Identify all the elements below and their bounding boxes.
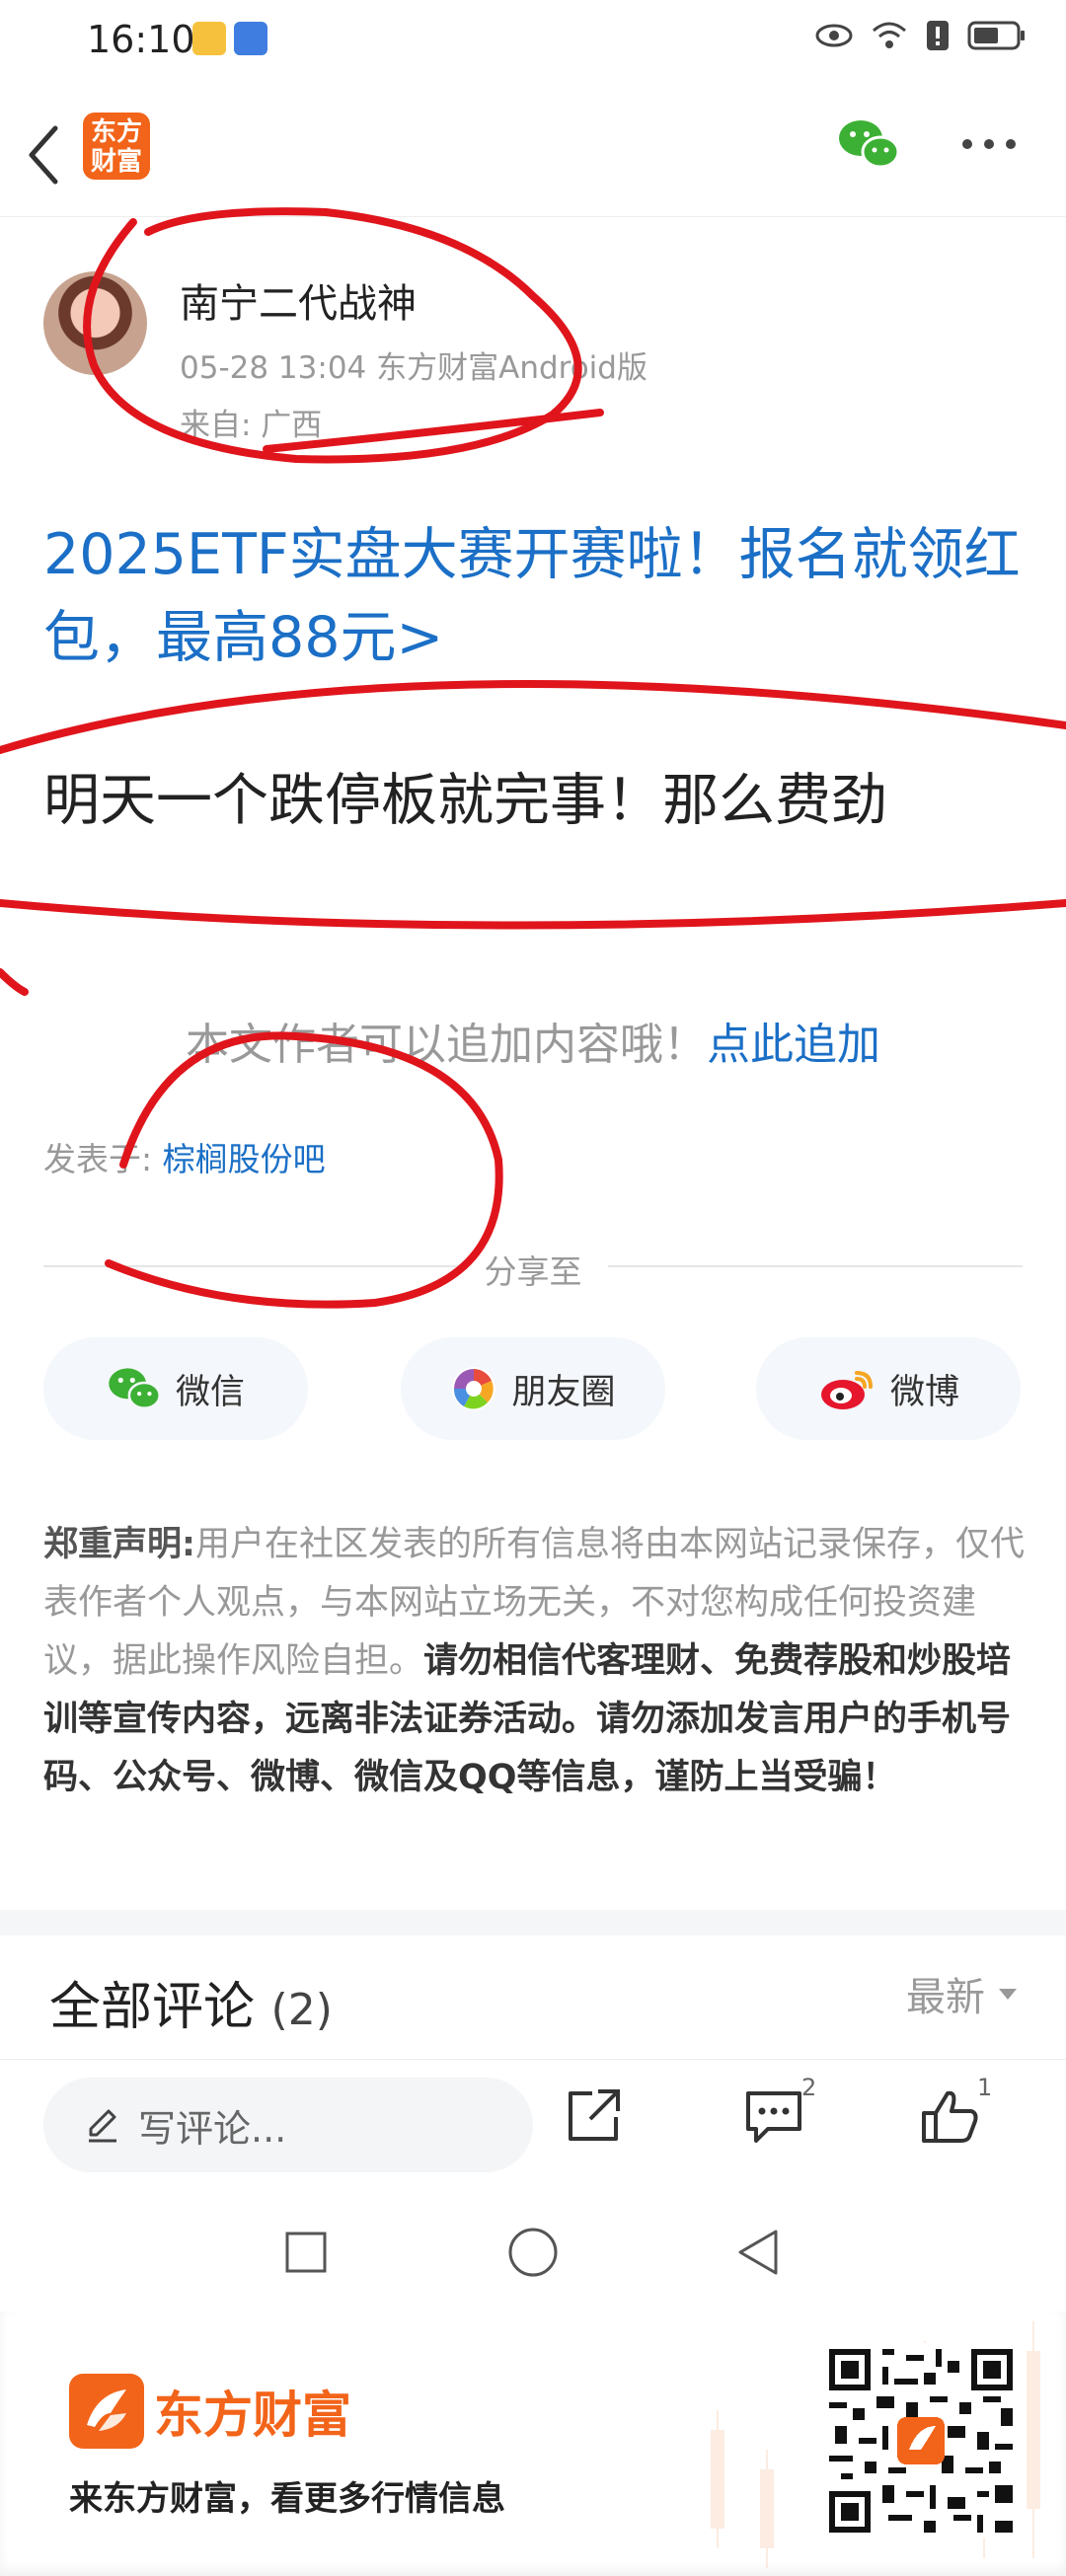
- wechat-share-icon[interactable]: [837, 116, 900, 172]
- alert-icon: [926, 20, 950, 55]
- stock-app-notification-icon: [234, 22, 267, 55]
- share-out-button[interactable]: [563, 2085, 624, 2151]
- comment-badge: 2: [801, 2074, 817, 2101]
- author-name[interactable]: 南宁二代战神: [180, 271, 417, 329]
- qr-code: [823, 2343, 1019, 2538]
- post-location: 来自: 广西: [180, 408, 323, 443]
- avatar[interactable]: [43, 271, 147, 375]
- promo-footer: 东方财富 来东方财富，看更多行情信息: [0, 2311, 1066, 2576]
- like-badge: 1: [977, 2074, 993, 2101]
- brand-logo-icon: [69, 2374, 144, 2449]
- bottom-action-bar: 写评论... 2 1: [0, 2059, 1066, 2193]
- like-button[interactable]: 1: [918, 2074, 992, 2151]
- posted-in: 发表于: 棕榈股份吧: [43, 1133, 326, 1180]
- status-time: 16:10: [87, 18, 195, 61]
- share-divider: 分享至: [43, 1246, 1023, 1291]
- eye-icon: [815, 24, 853, 51]
- wechat-icon: [109, 1368, 161, 1409]
- more-options-icon[interactable]: [959, 134, 1019, 154]
- comments-title-text: 全部评论: [49, 1978, 256, 2037]
- append-link[interactable]: 点此追加: [707, 1020, 880, 1070]
- comments-title: 全部评论 (2): [49, 1965, 333, 2039]
- dropdown-triangle-icon: [999, 1988, 1017, 2000]
- back-arrow-icon[interactable]: [24, 120, 63, 189]
- post-body: 明天一个跌停板就完事！那么费劲: [43, 768, 887, 833]
- moments-icon: [452, 1367, 496, 1410]
- weibo-notification-icon: [192, 22, 226, 55]
- section-divider: [0, 1910, 1066, 1935]
- comments-header: 全部评论 (2) 最新: [0, 1935, 1066, 2054]
- share-moments-label: 朋友圈: [511, 1372, 616, 1412]
- share-moments-button[interactable]: 朋友圈: [401, 1337, 665, 1440]
- weibo-icon: [820, 1371, 873, 1409]
- footer-tagline: 来东方财富，看更多行情信息: [69, 2479, 505, 2519]
- comment-bubble-icon: [746, 2091, 801, 2143]
- back-nav-icon[interactable]: [734, 2230, 780, 2281]
- app-header: 东方财富: [0, 99, 1066, 217]
- footer-brand: 东方财富: [154, 2387, 351, 2444]
- thumbs-up-icon: [922, 2090, 978, 2143]
- content-bottom-arc-annotation: [0, 899, 1066, 930]
- share-out-icon: [569, 2089, 620, 2141]
- share-wechat-label: 微信: [175, 1372, 245, 1412]
- content-top-arc-annotation: [0, 680, 1066, 754]
- status-bar: 16:10: [0, 0, 1066, 83]
- disclaimer-head: 郑重声明:: [43, 1525, 195, 1564]
- home-icon[interactable]: [507, 2228, 559, 2282]
- comment-placeholder: 写评论...: [138, 2106, 287, 2151]
- disclaimer: 郑重声明:用户在社区发表的所有信息将由本网站记录保存，仅代表作者个人观点，与本网…: [43, 1516, 1025, 1807]
- wifi-icon: [871, 21, 908, 54]
- app-logo[interactable]: 东方财富: [83, 113, 150, 180]
- battery-icon: [967, 21, 1027, 54]
- sort-label: 最新: [906, 1975, 985, 2020]
- share-label: 分享至: [484, 1252, 582, 1291]
- author-block: 南宁二代战神 05-28 13:04 东方财富Android版 来自: 广西: [43, 271, 1030, 449]
- comment-count-button[interactable]: 2: [742, 2074, 816, 2151]
- share-wechat-button[interactable]: 微信: [43, 1337, 308, 1440]
- append-text: 本文作者可以追加内容哦！: [186, 1020, 707, 1070]
- forum-link[interactable]: 棕榈股份吧: [163, 1140, 326, 1178]
- recents-icon[interactable]: [284, 2231, 328, 2278]
- content-tail-annotation: [0, 968, 29, 996]
- promo-link[interactable]: 2025ETF实盘大赛开赛啦！报名就领红包，最高88元>: [43, 513, 1021, 679]
- sort-button[interactable]: 最新: [906, 1965, 1017, 2022]
- post-meta: 05-28 13:04 东方财富Android版: [180, 350, 647, 386]
- footer-logo: 东方财富: [69, 2374, 351, 2449]
- system-nav-bar: [0, 2193, 1066, 2311]
- comments-count: (2): [270, 1985, 333, 2035]
- posted-in-label: 发表于:: [43, 1140, 153, 1178]
- share-weibo-label: 微博: [889, 1372, 959, 1412]
- comment-input[interactable]: 写评论...: [43, 2078, 533, 2172]
- share-weibo-button[interactable]: 微博: [756, 1337, 1021, 1440]
- append-prompt: 本文作者可以追加内容哦！点此追加: [0, 1009, 1066, 1072]
- pencil-icon: [89, 2109, 116, 2143]
